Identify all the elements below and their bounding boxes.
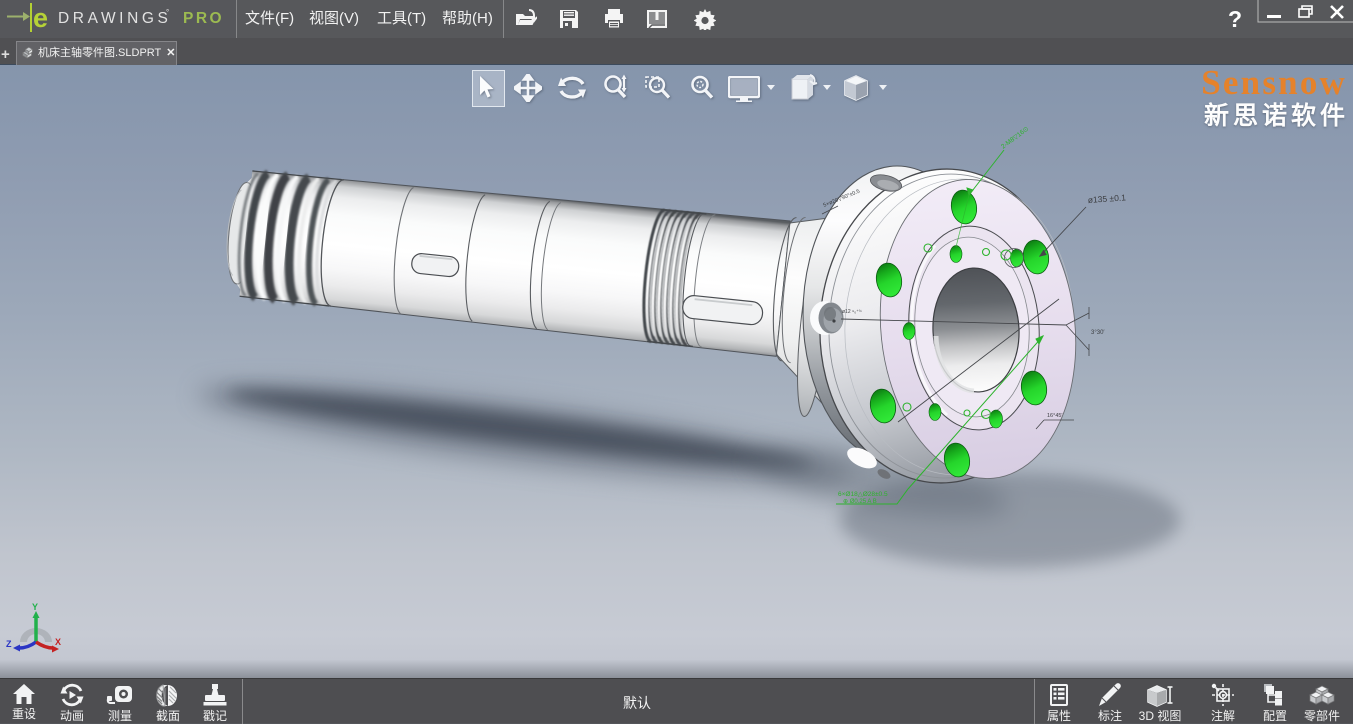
svg-text:⊕ Ø0.25 A B: ⊕ Ø0.25 A B (843, 499, 877, 505)
svg-text:?: ? (1228, 6, 1242, 32)
svg-text:X: X (55, 637, 61, 647)
svg-text:°: ° (166, 8, 169, 17)
svg-text:Y: Y (32, 602, 38, 612)
svg-text:e: e (33, 3, 48, 33)
svg-text:6×Ø18△Ø28±0.5: 6×Ø18△Ø28±0.5 (838, 491, 888, 498)
svg-text:16°45′: 16°45′ (1047, 413, 1062, 419)
svg-text:ø12 ⁹₀⁺⁽¹: ø12 ⁹₀⁺⁽¹ (842, 309, 862, 315)
svg-text:Z: Z (6, 639, 12, 649)
svg-text:ø135 ±0.1: ø135 ±0.1 (1087, 192, 1126, 205)
svg-text:2-M8▽16⊙: 2-M8▽16⊙ (1000, 125, 1031, 150)
svg-text:DRAWINGS: DRAWINGS (58, 10, 171, 27)
svg-text:PRO: PRO (183, 10, 224, 27)
svg-text:3°30′: 3°30′ (1091, 330, 1105, 336)
